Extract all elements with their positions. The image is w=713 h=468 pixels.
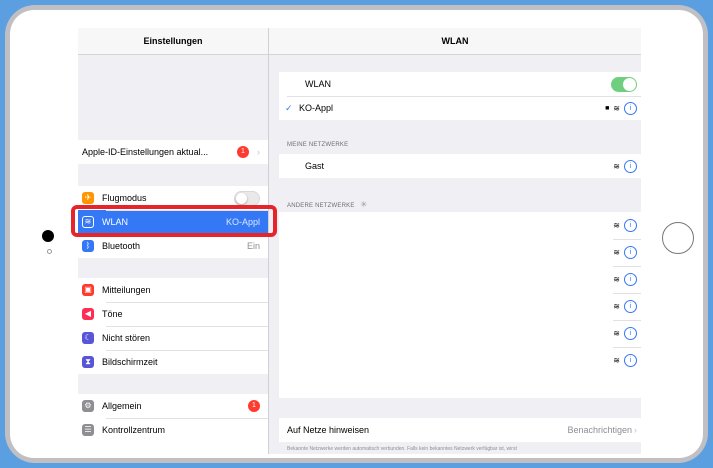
- ask-to-join-label: Auf Netze hinweisen: [287, 425, 370, 435]
- network-row[interactable]: ≋ i: [605, 239, 641, 266]
- other-networks-label: ANDERE NETZWERKE: [287, 203, 355, 209]
- sidebar-title: Einstellungen: [78, 28, 268, 55]
- sidebar-item-label: Kontrollzentrum: [102, 425, 166, 435]
- wifi-icon: ≋: [613, 275, 620, 284]
- wlan-highlight-box: [71, 205, 277, 237]
- apple-id-row[interactable]: Apple-ID-Einstellungen aktual... 1 ›: [78, 140, 268, 164]
- wlan-detail: WLAN WLAN ✓ KO-Appl ■ ≋ i MEINE NETZWERK…: [269, 28, 641, 454]
- sidebar-item-label: Bildschirmzeit: [102, 357, 158, 367]
- notifications-group: ▣ Mitteilungen ◀ Töne ☾ Nicht stören ⧗ B…: [78, 278, 268, 374]
- info-icon[interactable]: i: [624, 327, 637, 340]
- wlan-label: WLAN: [305, 79, 332, 89]
- wifi-icon: ≋: [613, 302, 620, 311]
- connected-network-name: KO-Appl: [299, 103, 334, 113]
- sidebar-item-toene[interactable]: ◀ Töne: [78, 302, 268, 326]
- sidebar-item-label: Mitteilungen: [102, 285, 151, 295]
- airplane-icon: ✈: [82, 192, 94, 204]
- my-networks-group: Gast ≋ i: [279, 154, 641, 178]
- home-button[interactable]: [662, 222, 694, 254]
- info-icon[interactable]: i: [624, 159, 637, 173]
- wifi-icon: ≋: [613, 356, 620, 365]
- flugmodus-toggle[interactable]: [234, 190, 260, 206]
- network-row[interactable]: ≋ i: [605, 212, 641, 239]
- sidebar-item-nicht-stoeren[interactable]: ☾ Nicht stören: [78, 326, 268, 350]
- info-icon[interactable]: i: [624, 354, 637, 367]
- info-icon[interactable]: i: [624, 300, 637, 313]
- wifi-icon: ≋: [613, 221, 620, 230]
- bluetooth-icon: ᛒ: [82, 240, 94, 252]
- camera-icon: [42, 230, 54, 242]
- control-center-icon: ☰: [82, 424, 94, 436]
- sidebar-item-kontrollzentrum[interactable]: ☰ Kontrollzentrum: [78, 418, 268, 442]
- ask-to-join-value: Benachrichtigen: [567, 425, 632, 435]
- moon-icon: ☾: [82, 332, 94, 344]
- other-networks-title: ANDERE NETZWERKE ✳: [287, 200, 367, 209]
- wlan-group: WLAN ✓ KO-Appl ■ ≋ i: [279, 72, 641, 120]
- gear-icon: ⚙: [82, 400, 94, 412]
- sensor-icon: [47, 249, 52, 254]
- sounds-icon: ◀: [82, 308, 94, 320]
- info-icon[interactable]: i: [624, 273, 637, 286]
- chevron-right-icon: ›: [257, 147, 260, 157]
- network-row-gast[interactable]: Gast ≋ i: [279, 154, 641, 178]
- apple-id-group: Apple-ID-Einstellungen aktual... 1 ›: [78, 140, 268, 164]
- chevron-right-icon: ›: [634, 425, 637, 435]
- network-row[interactable]: ≋ i: [605, 266, 641, 293]
- wifi-icon: ≋: [613, 103, 620, 113]
- network-row[interactable]: ≋ i: [605, 293, 641, 320]
- info-icon[interactable]: i: [624, 219, 637, 232]
- sidebar-item-label: Nicht stören: [102, 333, 151, 343]
- wlan-toggle-row: WLAN: [279, 72, 641, 96]
- sidebar-item-allgemein[interactable]: ⚙ Allgemein 1: [78, 394, 268, 418]
- ask-to-join-group: Auf Netze hinweisen Benachrichtigen ›: [279, 418, 641, 442]
- wifi-icon: ≋: [613, 248, 620, 257]
- sidebar-item-label: Töne: [102, 309, 123, 319]
- apple-id-label: Apple-ID-Einstellungen aktual...: [82, 147, 209, 157]
- network-row[interactable]: ≋ i: [605, 320, 641, 347]
- apple-id-badge: 1: [237, 146, 249, 158]
- other-networks-group: ≋ i ≋ i ≋ i ≋ i ≋ i ≋ i: [279, 212, 641, 398]
- sidebar-item-bildschirmzeit[interactable]: ⧗ Bildschirmzeit: [78, 350, 268, 374]
- sidebar-item-label: Bluetooth: [102, 241, 141, 251]
- sidebar-item-label: Flugmodus: [102, 193, 147, 203]
- info-icon[interactable]: i: [624, 101, 637, 115]
- wifi-icon: ≋: [613, 329, 620, 338]
- allgemein-badge: 1: [248, 400, 260, 412]
- other-networks-list: ≋ i ≋ i ≋ i ≋ i ≋ i ≋ i: [605, 212, 641, 374]
- hourglass-icon: ⧗: [82, 356, 94, 368]
- wlan-toggle[interactable]: [611, 76, 637, 92]
- sidebar-item-mitteilungen[interactable]: ▣ Mitteilungen: [78, 278, 268, 302]
- network-row[interactable]: ≋ i: [605, 347, 641, 374]
- wifi-icon: ≋: [613, 161, 620, 171]
- network-name: Gast: [305, 161, 325, 171]
- sidebar-item-bluetooth[interactable]: ᛒ Bluetooth Ein: [78, 234, 268, 258]
- screen: Einstellungen Apple-ID-Einstellungen akt…: [78, 28, 641, 454]
- checkmark-icon: ✓: [285, 102, 293, 113]
- detail-title: WLAN: [269, 28, 641, 55]
- sidebar-item-value: Ein: [246, 241, 260, 251]
- my-networks-title: MEINE NETZWERKE: [287, 142, 349, 148]
- lock-icon: ■: [605, 104, 610, 112]
- info-icon[interactable]: i: [624, 246, 637, 259]
- notifications-icon: ▣: [82, 284, 94, 296]
- sidebar-item-label: Allgemein: [102, 401, 142, 411]
- footer-text: Bekannte Netzwerke werden automatisch ve…: [287, 446, 517, 452]
- spinner-icon: ✳: [360, 200, 368, 209]
- ask-to-join-row[interactable]: Auf Netze hinweisen Benachrichtigen ›: [279, 418, 641, 442]
- settings-sidebar: Einstellungen Apple-ID-Einstellungen akt…: [78, 28, 269, 454]
- connected-network-row[interactable]: ✓ KO-Appl ■ ≋ i: [279, 96, 641, 120]
- general-group: ⚙ Allgemein 1 ☰ Kontrollzentrum: [78, 394, 268, 454]
